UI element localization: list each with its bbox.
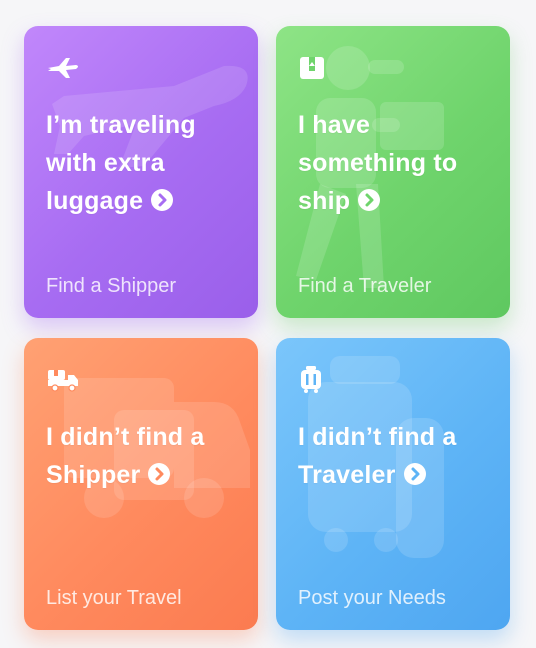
suitcase-icon [301,366,321,393]
chevron-right-icon [403,463,426,486]
chevron-right-icon [148,463,171,486]
card-headline: I’m traveling with extra luggage [46,111,196,215]
card-subtitle: List your Travel [46,587,182,609]
airplane-icon [48,58,78,78]
card-headline: I didn’t find a Traveler [298,423,457,489]
card-headline: I have something to ship [298,111,458,215]
action-card-grid: I’m traveling with extra luggage Find a Sh… [0,0,536,648]
card-traveling-with-luggage[interactable]: I’m traveling with extra luggage Find a Sh… [24,26,258,318]
chevron-right-icon [358,189,381,212]
card-didnt-find-traveler[interactable]: I didn’t find a Traveler Post your Needs [276,338,510,630]
card-subtitle: Find a Shipper [46,275,177,297]
card-subtitle: Find a Traveler [298,275,432,297]
package-icon [300,57,324,79]
card-didnt-find-shipper[interactable]: I didn’t find a Shipper List your Travel [24,338,258,630]
card-subtitle: Post your Needs [298,587,446,609]
card-headline: I didn’t find a Shipper [46,423,205,489]
chevron-right-icon [151,189,174,212]
card-something-to-ship[interactable]: I have something to ship Find a Traveler [276,26,510,318]
delivery-truck-icon [48,370,78,392]
